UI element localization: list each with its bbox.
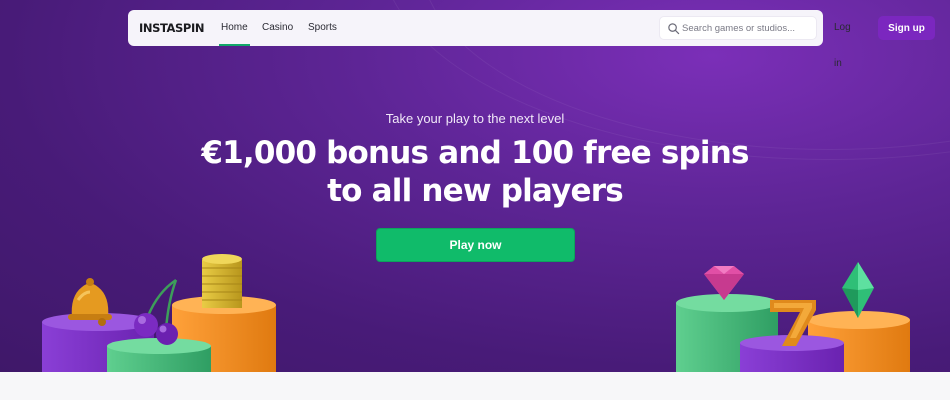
signup-button[interactable]: Sign up xyxy=(878,16,935,40)
coin-stack-icon xyxy=(202,254,242,308)
search-icon xyxy=(668,23,680,35)
play-now-button[interactable]: Play now xyxy=(376,228,575,262)
hero-section: Take your play to the next level €1,000 … xyxy=(0,0,950,372)
page-content-strip xyxy=(0,372,950,400)
nav-home-link[interactable]: Home xyxy=(219,10,250,46)
login-link[interactable]: Log in xyxy=(834,10,851,69)
top-navbar: INSTASPIN Home Casino Sports Log in Sign… xyxy=(128,10,935,69)
search-box[interactable] xyxy=(659,16,817,40)
bell-icon xyxy=(68,278,112,326)
hero-tagline: Take your play to the next level xyxy=(385,111,565,126)
nav-casino-link[interactable]: Casino xyxy=(262,10,293,46)
hero-headline: €1,000 bonus and 100 free spins to all n… xyxy=(201,135,749,209)
search-input[interactable] xyxy=(682,19,812,37)
brand-logo[interactable]: INSTASPIN xyxy=(139,21,204,35)
cherries-icon xyxy=(134,278,178,345)
nav-sports-link[interactable]: Sports xyxy=(308,10,337,46)
right-podium-group xyxy=(676,262,910,372)
left-podium-group xyxy=(42,254,276,372)
diamond-crystal-icon xyxy=(842,262,874,318)
